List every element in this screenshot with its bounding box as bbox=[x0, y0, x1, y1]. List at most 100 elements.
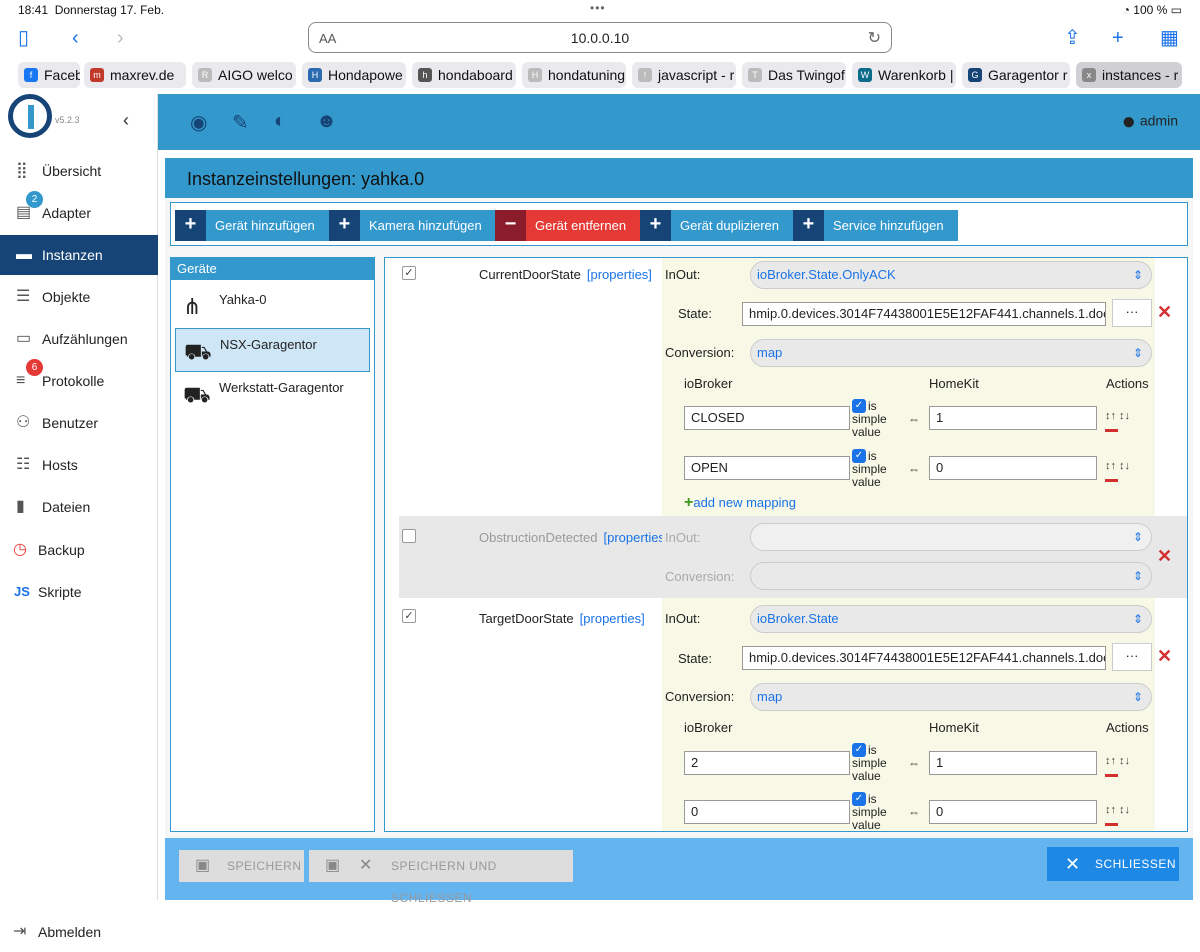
share-icon[interactable]: ⇪ bbox=[1064, 28, 1081, 48]
sort-arrows-icon[interactable]: ↕↑ ↕↓ bbox=[1105, 755, 1130, 767]
expert-mode-icon[interactable]: ☻ bbox=[316, 110, 337, 133]
browser-tab[interactable]: G Garagentor r bbox=[962, 62, 1070, 88]
wifi-icon: ◔ bbox=[1122, 3, 1130, 17]
browser-tab[interactable]: m maxrev.de bbox=[84, 62, 186, 88]
conversion-select[interactable]: map ⇕ bbox=[750, 339, 1152, 367]
sidebar-item-instances[interactable]: ▬ Instanzen bbox=[0, 235, 158, 275]
browser-tab[interactable]: R AIGO welco bbox=[192, 62, 296, 88]
delete-mapping-icon[interactable] bbox=[1105, 429, 1118, 432]
iobroker-logo[interactable] bbox=[8, 94, 52, 138]
save-and-close-button[interactable]: ▣ ✕ SPEICHERN UND SCHLIESSEN bbox=[309, 850, 573, 905]
mapping-iobroker-input[interactable]: OPEN bbox=[684, 456, 850, 480]
delete-mapping-icon[interactable] bbox=[1105, 774, 1118, 777]
browser-tab[interactable]: f Faceb bbox=[18, 62, 80, 88]
tab-overview-icon[interactable]: ▦ bbox=[1160, 28, 1179, 48]
inout-label: InOut: bbox=[665, 611, 701, 626]
conversion-select[interactable]: map ⇕ bbox=[750, 683, 1152, 711]
add-camera-button[interactable]: + Kamera hinzufügen bbox=[329, 210, 496, 241]
wrench-icon[interactable]: ✎ bbox=[232, 110, 249, 135]
mapping-homekit-input[interactable]: 1 bbox=[929, 751, 1097, 775]
simple-value-checkbox[interactable]: ✓ bbox=[852, 792, 866, 806]
reload-icon[interactable]: ↻ bbox=[868, 28, 881, 48]
mapping-iobroker-input[interactable]: CLOSED bbox=[684, 406, 850, 430]
select-state-button[interactable]: ··· bbox=[1112, 643, 1152, 671]
inout-select[interactable]: ⇕ bbox=[750, 523, 1152, 551]
delete-mapping-icon[interactable] bbox=[1105, 479, 1118, 482]
properties-link[interactable]: [properties] bbox=[580, 611, 645, 626]
state-input[interactable]: hmip.0.devices.3014F74438001E5E12FAF441.… bbox=[742, 302, 1106, 326]
sort-arrows-icon[interactable]: ↕↑ ↕↓ bbox=[1105, 410, 1130, 422]
browser-tab[interactable]: W Warenkorb | bbox=[852, 62, 956, 88]
new-tab-icon[interactable]: + bbox=[1112, 28, 1124, 48]
file-icon: ▮ bbox=[16, 498, 25, 515]
inout-select[interactable]: ioBroker.State.OnlyACK ⇕ bbox=[750, 261, 1152, 289]
enable-checkbox[interactable]: ✓ bbox=[402, 266, 416, 280]
browser-tab[interactable]: h hondaboard bbox=[412, 62, 516, 88]
sidebar-item-overview[interactable]: ⣿ Übersicht bbox=[0, 151, 158, 191]
collapse-sidebar-icon[interactable]: ‹ bbox=[123, 110, 129, 131]
sidebar-item-objects[interactable]: ☰ Objekte bbox=[0, 277, 158, 317]
simple-value-checkbox[interactable]: ✓ bbox=[852, 399, 866, 413]
url-text[interactable]: 10.0.0.10 bbox=[309, 30, 891, 46]
delete-characteristic-icon[interactable]: ✕ bbox=[1157, 546, 1172, 567]
sidebar-item-logs[interactable]: ≡ 6 Protokolle bbox=[0, 359, 158, 401]
browser-tab-bar: f Faceb m maxrev.de R AIGO welco H Hondapowe… bbox=[0, 62, 1200, 90]
remove-device-button[interactable]: − Gerät entfernen bbox=[495, 210, 641, 241]
enable-checkbox[interactable] bbox=[402, 529, 416, 543]
enable-checkbox[interactable]: ✓ bbox=[402, 609, 416, 623]
close-button[interactable]: ✕ SCHLIESSEN bbox=[1047, 847, 1179, 881]
sidebar-item-files[interactable]: ▮ Dateien bbox=[0, 487, 158, 527]
mapping-homekit-input[interactable]: 0 bbox=[929, 456, 1097, 480]
state-input[interactable]: hmip.0.devices.3014F74438001E5E12FAF441.… bbox=[742, 646, 1106, 670]
browser-tab[interactable]: ! javascript - r bbox=[632, 62, 736, 88]
simple-value-checkbox[interactable]: ✓ bbox=[852, 743, 866, 757]
user-menu[interactable]: ● admin bbox=[1121, 108, 1178, 136]
conversion-select[interactable]: ⇕ bbox=[750, 562, 1152, 590]
back-icon[interactable]: ‹ bbox=[72, 28, 79, 48]
sort-arrows-icon[interactable]: ↕↑ ↕↓ bbox=[1105, 804, 1130, 816]
characteristic-obstruction-detected: ObstructionDetected [properties] InOut: ⇕… bbox=[399, 516, 1187, 598]
select-state-button[interactable]: ··· bbox=[1112, 299, 1152, 327]
device-item-selected[interactable]: ⛟ NSX-Garagentor bbox=[175, 328, 370, 372]
theme-icon[interactable]: ◐ bbox=[274, 110, 286, 133]
properties-link[interactable]: [properties] bbox=[604, 530, 669, 545]
sidebar-toggle-icon[interactable]: ▯ bbox=[18, 28, 29, 48]
sort-arrows-icon[interactable]: ↕↑ ↕↓ bbox=[1105, 460, 1130, 472]
duplicate-device-button[interactable]: + Gerät duplizieren bbox=[640, 210, 793, 241]
mapping-header-iobroker: ioBroker bbox=[684, 720, 733, 735]
delete-state-icon[interactable]: ✕ bbox=[1157, 646, 1172, 667]
add-device-button[interactable]: + Gerät hinzufügen bbox=[175, 210, 329, 241]
properties-link[interactable]: [properties] bbox=[587, 267, 652, 282]
forward-icon[interactable]: › bbox=[117, 28, 124, 48]
mapping-homekit-input[interactable]: 1 bbox=[929, 406, 1097, 430]
mapping-iobroker-input[interactable]: 0 bbox=[684, 800, 850, 824]
browser-tab[interactable]: T Das Twingof bbox=[742, 62, 846, 88]
sidebar-item-enums[interactable]: ▭ Aufzählungen bbox=[0, 319, 158, 359]
eye-icon[interactable]: ◉ bbox=[190, 110, 207, 135]
address-bar[interactable]: AA 10.0.0.10 ↻ bbox=[308, 22, 892, 53]
sidebar-item-hosts[interactable]: ☷ Hosts bbox=[0, 445, 158, 485]
inout-select[interactable]: ioBroker.State ⇕ bbox=[750, 605, 1152, 633]
browser-tab[interactable]: H Hondapowe bbox=[302, 62, 406, 88]
conversion-label: Conversion: bbox=[665, 345, 735, 360]
add-service-button[interactable]: + Service hinzufügen bbox=[793, 210, 958, 241]
mapping-homekit-input[interactable]: 0 bbox=[929, 800, 1097, 824]
sidebar-item-users[interactable]: ⚇ Benutzer bbox=[0, 403, 158, 443]
delete-state-icon[interactable]: ✕ bbox=[1157, 302, 1172, 323]
delete-mapping-icon[interactable] bbox=[1105, 823, 1118, 826]
multitask-dots-icon[interactable]: ••• bbox=[590, 1, 606, 15]
save-button[interactable]: ▣ SPEICHERN bbox=[179, 850, 304, 882]
browser-tab[interactable]: Hhondatuning bbox=[522, 62, 626, 88]
inout-label: InOut: bbox=[665, 267, 701, 282]
battery-percent: 100 % bbox=[1133, 3, 1168, 17]
sidebar-item-scripts[interactable]: JS Skripte bbox=[0, 572, 158, 612]
browser-tab-active[interactable]: x instances - r bbox=[1076, 62, 1182, 88]
sidebar-item-backup[interactable]: ◷ Backup bbox=[0, 530, 158, 570]
logout-button[interactable]: ⇥ Abmelden bbox=[0, 912, 158, 952]
add-mapping-link[interactable]: +add new mapping bbox=[684, 494, 796, 512]
simple-value-checkbox[interactable]: ✓ bbox=[852, 449, 866, 463]
mapping-iobroker-input[interactable]: 2 bbox=[684, 751, 850, 775]
device-item[interactable]: ⛟ Werkstatt-Garagentor bbox=[175, 372, 370, 416]
device-item[interactable]: ⋔ Yahka-0 bbox=[175, 284, 370, 328]
sidebar-item-adapter[interactable]: ▤ 2 Adapter bbox=[0, 191, 158, 233]
